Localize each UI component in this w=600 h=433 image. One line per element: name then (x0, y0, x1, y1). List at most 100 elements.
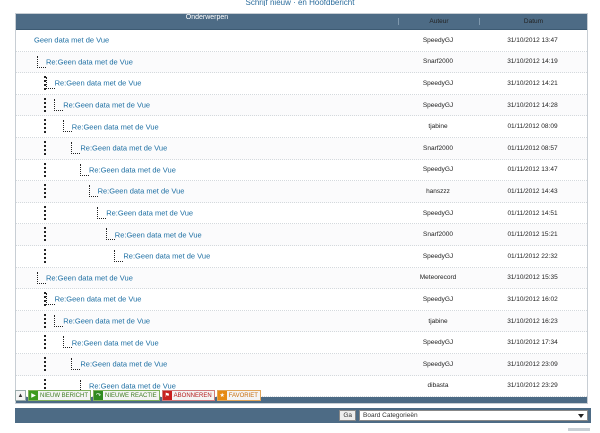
thread-branch-icon (105, 228, 115, 241)
go-button[interactable]: Ga (339, 410, 356, 421)
post-subject-link[interactable]: Re:Geen data met de Vue (55, 79, 142, 88)
thread-branch-icon (37, 271, 46, 284)
post-subject-link[interactable]: Re:Geen data met de Vue (123, 252, 210, 261)
post-subject-link[interactable]: Re:Geen data met de Vue (55, 295, 142, 304)
reply-icon: ↷ (94, 391, 103, 400)
post-author: SpeedyGJ (422, 339, 454, 347)
category-select-value: Board Categorieën (363, 412, 418, 419)
row-subject-cell: Re:Geen data met de Vue (16, 332, 398, 353)
post-date: 31/10/2012 23:09 (507, 360, 558, 368)
top-link[interactable]: Schrijf nieuw · en Hoofdbericht (0, 0, 600, 6)
thread-branch-icon (88, 185, 98, 198)
scroll-top-button[interactable]: ▲ (15, 390, 26, 401)
favorite-label: FAVORIET (228, 392, 258, 399)
row-subject-cell: Re:Geen data met de Vue (16, 224, 398, 245)
post-subject-link[interactable]: Re:Geen data met de Vue (115, 230, 202, 239)
row-subject-cell: Re:Geen data met de Vue (16, 311, 398, 332)
table-row: Re:Geen data met de Vue SpeedyGJ 01/11/201… (16, 245, 587, 268)
post-author: dibasta (427, 382, 449, 390)
thread-branch-icon (97, 206, 107, 219)
thread-line-icon (44, 119, 46, 134)
post-author: Snarf2000 (423, 231, 453, 239)
post-date: 31/10/2012 16:23 (507, 317, 558, 325)
thread-line-icon (44, 227, 46, 242)
new-topic-button[interactable]: ▶ NIEUW BERICHT (28, 390, 91, 401)
thread-line-icon (44, 184, 46, 199)
post-date: 31/10/2012 14:19 (507, 58, 558, 66)
post-author: SpeedyGJ (422, 36, 454, 44)
row-subject-cell: Re:Geen data met de Vue (16, 203, 398, 224)
row-subject-cell: Re:Geen data met de Vue (16, 246, 398, 267)
thread-branch-icon (80, 163, 89, 176)
post-subject-link[interactable]: Re:Geen data met de Vue (63, 101, 150, 110)
post-author: tjabine (428, 317, 448, 325)
post-date: 01/11/2012 08:09 (507, 123, 558, 131)
row-subject-cell: Re:Geen data met de Vue (16, 289, 398, 310)
new-reply-button[interactable]: ↷ NIEUWE REACTIE (93, 390, 160, 401)
table-row: Geen data met de Vue SpeedyGJ 31/10/2012 1… (16, 30, 587, 52)
row-subject-cell: Re:Geen data met de Vue (16, 73, 398, 94)
table-row: Re:Geen data met de Vue Meteorecord 31/10/… (16, 267, 587, 290)
table-header: Onderwerpen Auteur Datum (16, 14, 587, 30)
chevron-down-icon (578, 414, 584, 418)
post-date: 01/11/2012 15:21 (507, 231, 558, 239)
post-author: SpeedyGJ (422, 166, 454, 174)
category-select[interactable]: Board Categorieën (359, 410, 588, 421)
subscribe-button[interactable]: ⚑ ABONNEREN (161, 390, 215, 401)
new-topic-label: NIEUW BERICHT (40, 392, 88, 399)
row-subject-cell: Re:Geen data met de Vue (16, 354, 398, 375)
post-subject-link[interactable]: Re:Geen data met de Vue (46, 273, 133, 282)
table-row: Re:Geen data met de Vue SpeedyGJ 31/10/201… (16, 289, 587, 311)
thread-branch-icon (62, 336, 72, 349)
post-author: tjabine (428, 123, 448, 131)
post-subject-link[interactable]: Re:Geen data met de Vue (63, 317, 150, 326)
subscribe-label: ABONNEREN (173, 392, 212, 399)
post-date: 01/11/2012 22:32 (507, 252, 558, 260)
table-row: Re:Geen data met de Vue SpeedyGJ 31/10/201… (16, 94, 587, 117)
post-date: 31/10/2012 13:47 (507, 36, 558, 44)
post-date: 31/10/2012 14:21 (507, 79, 558, 87)
thread-branch-icon (45, 293, 55, 306)
thread-branch-icon (37, 55, 46, 68)
post-date: 31/10/2012 23:29 (507, 382, 558, 390)
row-subject-cell: Re:Geen data met de Vue (16, 52, 398, 73)
table-row: Re:Geen data met de Vue Snarf2000 31/10/20… (16, 51, 587, 74)
post-date: 01/11/2012 08:57 (507, 144, 558, 152)
row-subject-cell: Re:Geen data met de Vue (16, 138, 398, 159)
thread-branch-icon (71, 357, 81, 370)
post-subject-link[interactable]: Re:Geen data met de Vue (89, 381, 176, 390)
thread-branch-icon (71, 141, 81, 154)
thread-line-icon (44, 140, 46, 155)
thread-branch-icon (114, 249, 124, 262)
favorite-button[interactable]: ★ FAVORIET (216, 390, 261, 401)
play-icon: ▶ (29, 391, 38, 400)
post-subject-link[interactable]: Re:Geen data met de Vue (80, 360, 167, 369)
post-subject-link[interactable]: Re:Geen data met de Vue (98, 187, 185, 196)
post-subject-link[interactable]: Geen data met de Vue (34, 36, 109, 45)
thread-branch-icon (62, 120, 72, 133)
flag-icon: ⚑ (162, 391, 172, 400)
table-row: Re:Geen data met de Vue SpeedyGJ 31/10/201… (16, 73, 587, 95)
post-author: hanszzz (426, 187, 450, 195)
thread-line-icon (44, 356, 46, 371)
post-date: 31/10/2012 15:35 (507, 274, 558, 282)
table-row: Re:Geen data met de Vue SpeedyGJ 31/10/201… (16, 353, 587, 376)
post-subject-link[interactable]: Re:Geen data met de Vue (89, 165, 176, 174)
post-subject-link[interactable]: Re:Geen data met de Vue (72, 338, 159, 347)
post-subject-link[interactable]: Re:Geen data met de Vue (106, 209, 193, 218)
table-row: Re:Geen data met de Vue Snarf2000 01/11/20… (16, 224, 587, 246)
row-subject-cell: Re:Geen data met de Vue (16, 181, 398, 202)
thread-line-icon (44, 313, 46, 328)
post-author: SpeedyGJ (422, 79, 454, 87)
table-row: Re:Geen data met de Vue Snarf2000 01/11/20… (16, 137, 587, 160)
header-date: Datum (479, 18, 587, 25)
post-author: SpeedyGJ (422, 209, 454, 217)
post-subject-link[interactable]: Re:Geen data met de Vue (80, 144, 167, 153)
row-subject-cell: Re:Geen data met de Vue (16, 95, 398, 116)
post-subject-link[interactable]: Re:Geen data met de Vue (72, 122, 159, 131)
thread-line-icon (44, 162, 46, 177)
table-row: Re:Geen data met de Vue SpeedyGJ 01/11/201… (16, 159, 587, 182)
thread-branch-icon (45, 77, 55, 90)
post-subject-link[interactable]: Re:Geen data met de Vue (46, 57, 133, 66)
post-author: SpeedyGJ (422, 252, 454, 260)
